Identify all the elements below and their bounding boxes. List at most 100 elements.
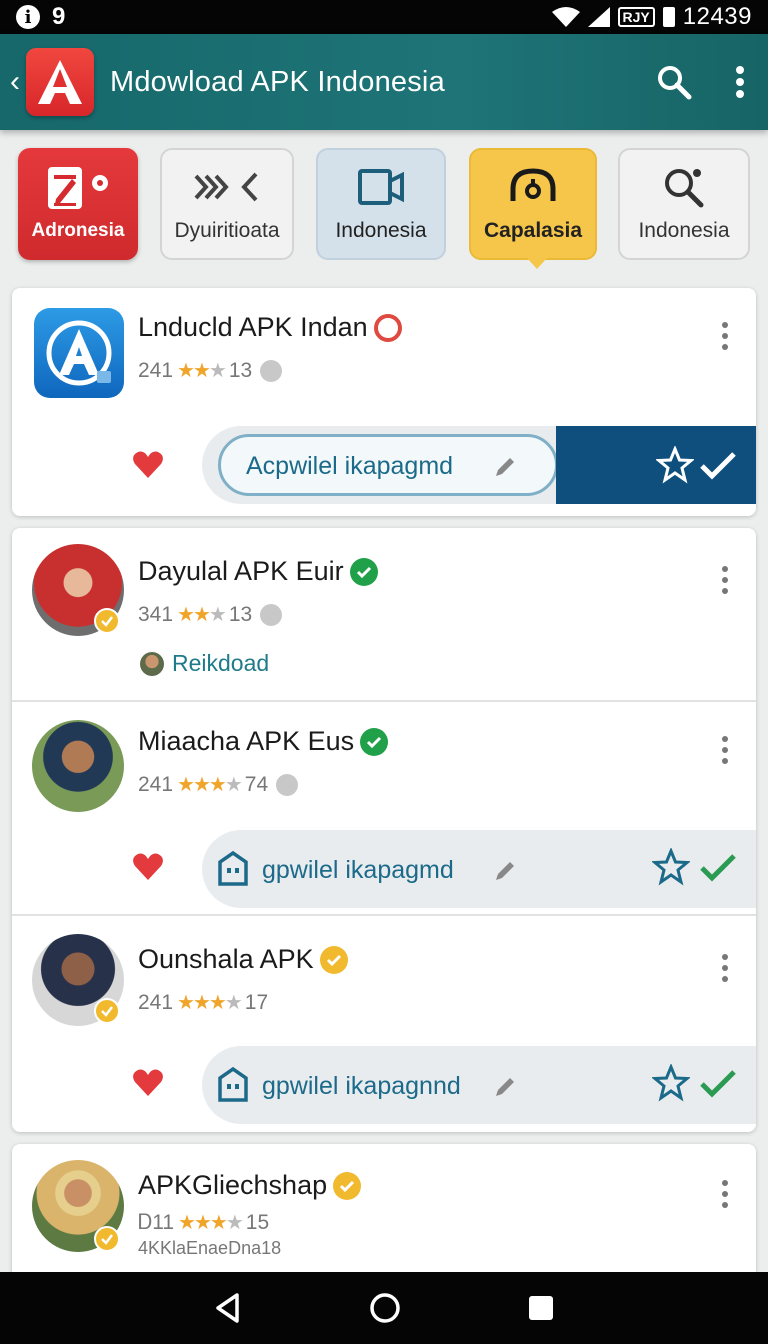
item-title: Lnducld APK Indan: [138, 312, 368, 342]
item-title: Ounshala APK: [138, 944, 314, 974]
category-label: Indonesia: [335, 219, 427, 242]
status-bar: i 9 RJY 12439: [0, 0, 768, 34]
category-chip-dyuiritioata[interactable]: Dyuiritioata: [160, 148, 294, 260]
verified-badge-icon: [94, 608, 120, 634]
rating-value: 13: [228, 358, 253, 382]
notification-icon: 9: [52, 3, 66, 30]
star-rating-icon: ★★★★: [177, 774, 243, 796]
search-icon: [658, 66, 692, 100]
pencil-icon[interactable]: [492, 1074, 518, 1100]
verified-green-icon: [360, 727, 389, 756]
magnifier-icon: [661, 165, 707, 209]
info-icon: i: [16, 5, 40, 29]
rating-count: 341: [138, 602, 174, 626]
list-item[interactable]: Miaacha APK Eus 241 ★★★★ 74 gpwilel ikap…: [12, 702, 756, 914]
headset-icon: [508, 165, 558, 209]
status-time: 12439: [682, 3, 752, 30]
action-bar: gpwilel ikapagmd: [202, 830, 756, 908]
action-field-text[interactable]: gpwilel ikapagmd: [262, 856, 454, 885]
list-item[interactable]: Lnducld APK Indan 241 ★★★ 13 Acpwilel ik…: [12, 288, 756, 516]
category-label: Capalasia: [483, 219, 583, 242]
app-title: Mdowload APK Indonesia: [110, 65, 445, 98]
item-subtitle: 4KKlaEnaeDna18: [138, 1238, 282, 1258]
home-nav-icon[interactable]: [369, 1292, 401, 1324]
rating-value: 17: [244, 990, 269, 1014]
rating-count: 241: [138, 990, 174, 1014]
category-chip-capalasia[interactable]: Capalasia: [469, 148, 597, 269]
download-link-text: Reikdoad: [172, 650, 270, 676]
check-icon[interactable]: [698, 1068, 738, 1100]
item-menu-button[interactable]: [720, 322, 730, 350]
star-rating-icon: ★★★: [177, 604, 227, 626]
rating-count: Ꭰ11: [138, 1210, 175, 1234]
logo-a-icon: [38, 60, 82, 104]
item-menu-button[interactable]: [720, 736, 730, 764]
app-bar: ‹ Mdowload APK Indonesia: [0, 34, 768, 130]
app-icon: [34, 308, 124, 398]
list-item[interactable]: Ounshala APK 241 ★★★★ 17 gpwilel ikapagn…: [12, 916, 756, 1132]
link-icon: [260, 359, 283, 382]
star-icon: [656, 446, 694, 484]
pencil-icon[interactable]: [492, 454, 518, 480]
verified-badge-icon: [94, 1226, 120, 1252]
pencil-icon[interactable]: [492, 858, 518, 884]
chevrons-icon: [192, 165, 262, 209]
check-icon: [700, 452, 736, 480]
back-nav-icon[interactable]: [213, 1292, 243, 1324]
action-bar: gpwilel ikapagnnd: [202, 1046, 756, 1124]
building-icon[interactable]: [216, 1066, 250, 1102]
star-rating-icon: ★★★: [177, 360, 227, 382]
download-link[interactable]: Reikdoad: [140, 650, 269, 677]
system-nav-bar: [0, 1272, 768, 1344]
item-menu-button[interactable]: [720, 1180, 730, 1208]
category-label: Indonesia: [638, 219, 730, 242]
rating-count: 241: [138, 358, 174, 382]
overflow-menu-button[interactable]: [728, 62, 752, 102]
verified-gold-icon: [333, 1171, 362, 1200]
rating-count: 241: [138, 772, 174, 796]
category-chip-adronesia[interactable]: Adronesia: [18, 148, 138, 260]
recents-nav-icon[interactable]: [527, 1294, 555, 1322]
item-title: Miaacha APK Eus: [138, 726, 355, 756]
app-card: Lnducld APK Indan 241 ★★★ 13 Acpwilel ik…: [12, 288, 756, 516]
confirm-button[interactable]: [556, 426, 756, 504]
action-bar: Acpwilel ikapagmd: [202, 426, 756, 504]
item-title: Dayulal APK Euir: [138, 556, 344, 586]
verified-gold-icon: [319, 945, 348, 974]
category-label: Adronesia: [31, 220, 125, 241]
star-icon[interactable]: [652, 1064, 690, 1102]
rating-value: 74: [244, 772, 269, 796]
app-logo: [26, 48, 94, 116]
avatar: [32, 720, 124, 812]
star-rating-icon: ★★★★: [177, 992, 243, 1014]
signal-icon: [587, 7, 610, 27]
item-menu-button[interactable]: [720, 954, 730, 982]
link-icon: [276, 773, 299, 796]
rating-value: 15: [245, 1210, 270, 1234]
link-icon: [260, 603, 283, 626]
heart-icon[interactable]: [132, 852, 164, 882]
verified-badge-icon: [94, 998, 120, 1024]
search-button[interactable]: [654, 62, 694, 102]
item-menu-button[interactable]: [720, 566, 730, 594]
category-chip-indonesia-video[interactable]: Indonesia: [316, 148, 446, 260]
category-row: Adronesia Dyuiritioata Indonesia Capalas…: [16, 146, 752, 269]
category-chip-indonesia-search[interactable]: Indonesia: [618, 148, 750, 260]
action-field-text[interactable]: gpwilel ikapagnnd: [262, 1072, 461, 1101]
heart-icon[interactable]: [132, 1068, 164, 1098]
item-title: APKGliechshap: [138, 1170, 328, 1200]
star-rating-icon: ★★★★: [178, 1212, 244, 1234]
back-chevron-icon[interactable]: ‹: [10, 65, 24, 99]
action-field-text: Acpwilel ikapagmd: [246, 452, 454, 480]
edit-settings-icon: [42, 166, 114, 210]
heart-icon[interactable]: [132, 450, 164, 480]
app-card-group: Dayulal APK Euir 341 ★★★ 13 Reikdoad Mia…: [12, 528, 756, 1132]
check-icon[interactable]: [698, 852, 738, 884]
network-badge: RJY: [617, 7, 655, 27]
list-item[interactable]: Dayulal APK Euir 341 ★★★ 13 Reikdoad: [12, 528, 756, 700]
rating-value: 13: [228, 602, 253, 626]
badge-icon: [373, 313, 402, 342]
star-icon[interactable]: [652, 848, 690, 886]
building-icon[interactable]: [216, 850, 250, 886]
video-camera-icon: [357, 165, 405, 209]
